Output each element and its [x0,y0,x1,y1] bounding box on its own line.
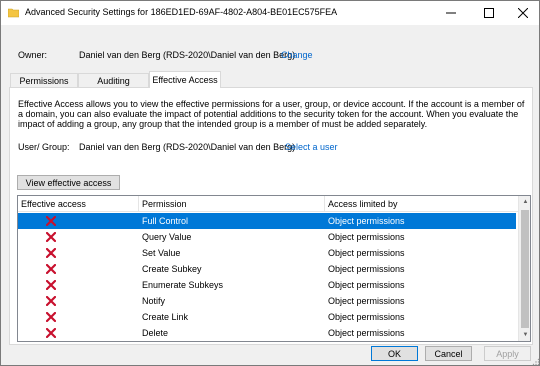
table-row[interactable]: Create Link Object permissions [18,309,516,325]
red-x-icon [46,312,56,322]
table-row[interactable]: Query Value Object permissions [18,229,516,245]
permission-cell: Create Subkey [142,264,202,274]
permission-cell: Query Value [142,232,192,242]
permission-cell: Delete [142,328,169,338]
access-limited-by-cell: Object permissions [328,248,405,258]
effective-access-grid[interactable]: Effective access Permission Access limit… [17,195,531,342]
access-limited-by-cell: Object permissions [328,216,405,226]
owner-label: Owner: [18,50,48,60]
red-x-icon [46,328,56,338]
change-owner-link[interactable]: Change [281,50,313,60]
grid-header: Effective access Permission Access limit… [18,196,518,212]
user-group-value: Daniel van den Berg (RDS-2020\Daniel van… [79,142,296,152]
table-row[interactable]: Notify Object permissions [18,293,516,309]
column-header-permission[interactable]: Permission [142,199,187,209]
column-divider[interactable] [138,196,139,212]
folder-icon [8,8,19,18]
user-group-label: User/ Group: [18,142,70,152]
permission-cell: Enumerate Subkeys [142,280,224,290]
minimize-icon [446,12,456,14]
access-limited-by-cell: Object permissions [328,232,405,242]
advanced-security-settings-window: Advanced Security Settings for 186ED1ED-… [0,0,540,366]
access-limited-by-cell: Object permissions [328,264,405,274]
ok-button[interactable]: OK [371,346,418,361]
select-user-link[interactable]: Select a user [285,142,338,152]
access-limited-by-cell: Object permissions [328,328,405,338]
table-row[interactable]: Full Control Object permissions [18,213,516,229]
close-button[interactable] [505,1,540,25]
cancel-button[interactable]: Cancel [425,346,472,361]
red-x-icon [46,280,56,290]
table-row[interactable]: Set Value Object permissions [18,245,516,261]
access-limited-by-cell: Object permissions [328,312,405,322]
permission-cell: Set Value [142,248,181,258]
close-icon [518,8,528,18]
red-x-icon [46,296,56,306]
permission-cell: Notify [142,296,166,306]
vertical-scrollbar[interactable]: ▲ ▼ [518,196,530,341]
description-text: Effective Access allows you to view the … [18,99,525,129]
window-title: Advanced Security Settings for 186ED1ED-… [25,7,338,17]
column-header-access-limited-by[interactable]: Access limited by [328,199,398,209]
table-row[interactable]: Delete Object permissions [18,325,516,341]
permission-cell: Create Link [142,312,189,322]
tab-effective-access[interactable]: Effective Access [149,71,221,88]
column-divider[interactable] [324,196,325,212]
red-x-icon [46,232,56,242]
access-limited-by-cell: Object permissions [328,296,405,306]
scroll-up-arrow-icon[interactable]: ▲ [519,196,530,208]
title-bar: Advanced Security Settings for 186ED1ED-… [1,1,539,25]
owner-value: Daniel van den Berg (RDS-2020\Daniel van… [79,50,296,60]
table-row[interactable]: Enumerate Subkeys Object permissions [18,277,516,293]
scroll-down-arrow-icon[interactable]: ▼ [519,329,530,341]
table-row[interactable]: Create Subkey Object permissions [18,261,516,277]
red-x-icon [46,248,56,258]
tab-permissions[interactable]: Permissions [10,73,78,87]
apply-button[interactable]: Apply [484,346,531,361]
column-header-effective-access[interactable]: Effective access [21,199,86,209]
maximize-icon [484,8,494,18]
maximize-button[interactable] [471,1,507,25]
red-x-icon [46,264,56,274]
resize-grip-icon[interactable] [532,358,540,366]
tab-auditing[interactable]: Auditing [78,73,149,87]
permission-cell: Full Control [142,216,189,226]
red-x-icon [46,216,56,226]
access-limited-by-cell: Object permissions [328,280,405,290]
view-effective-access-button[interactable]: View effective access [17,175,120,190]
minimize-button[interactable] [433,1,469,25]
scroll-thumb[interactable] [521,210,529,328]
